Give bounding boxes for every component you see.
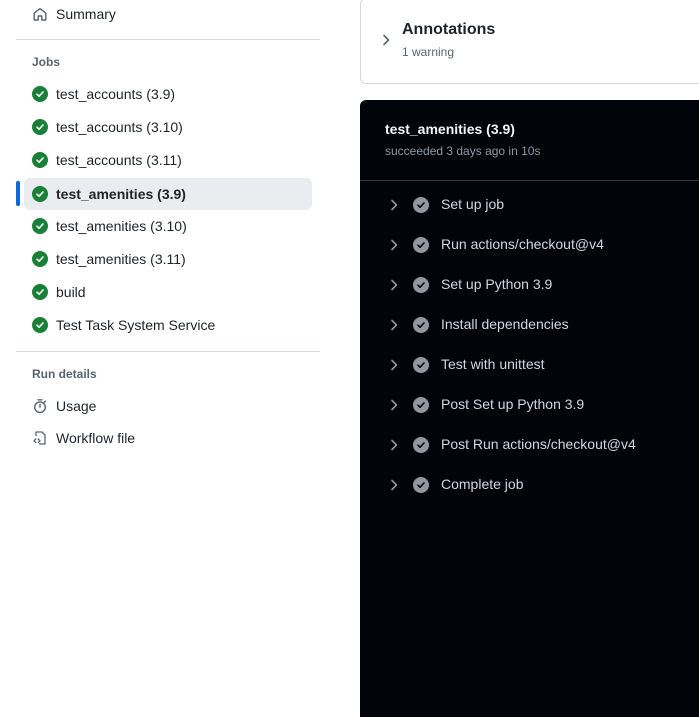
stopwatch-icon	[32, 398, 48, 414]
home-icon	[32, 6, 48, 22]
step-label: Install dependencies	[441, 316, 569, 332]
job-title: test_amenities (3.9)	[385, 121, 515, 137]
file-code-icon	[32, 430, 48, 446]
job-step[interactable]: Post Set up Python 3.9	[360, 385, 699, 425]
check-circle-icon	[32, 284, 48, 300]
step-label: Run actions/checkout@v4	[441, 236, 604, 252]
check-circle-icon	[32, 251, 48, 267]
check-circle-icon	[413, 397, 429, 413]
job-label: test_amenities (3.11)	[56, 251, 186, 267]
check-circle-icon	[413, 237, 429, 253]
job-item[interactable]: build	[24, 276, 312, 308]
chevron-right-icon	[389, 278, 399, 297]
job-item[interactable]: test_accounts (3.9)	[24, 78, 312, 110]
job-log-panel: test_amenities (3.9) succeeded 3 days ag…	[360, 100, 699, 717]
job-item[interactable]: test_accounts (3.11)	[24, 144, 312, 176]
job-label: test_amenities (3.10)	[56, 218, 187, 234]
job-label: test_amenities (3.9)	[56, 186, 186, 202]
sidebar-item-label: Workflow file	[56, 430, 136, 446]
check-circle-icon	[413, 437, 429, 453]
check-circle-icon	[32, 119, 48, 135]
sidebar-item-usage[interactable]: Usage	[24, 390, 312, 422]
job-label: test_accounts (3.10)	[56, 119, 183, 135]
job-step[interactable]: Set up job	[360, 185, 699, 225]
step-label: Post Set up Python 3.9	[441, 396, 585, 412]
sidebar-divider	[16, 39, 320, 40]
step-label: Post Run actions/checkout@v4	[441, 436, 636, 452]
step-label: Complete job	[441, 476, 524, 492]
check-circle-icon	[32, 86, 48, 102]
job-status-text: succeeded 3 days ago in 10s	[385, 144, 541, 158]
check-circle-icon	[413, 197, 429, 213]
job-item-selected[interactable]: test_amenities (3.9)	[24, 178, 312, 210]
job-label: test_accounts (3.11)	[56, 152, 182, 168]
check-circle-icon	[32, 317, 48, 333]
chevron-right-icon	[389, 398, 399, 417]
check-circle-icon	[413, 357, 429, 373]
job-item[interactable]: test_accounts (3.10)	[24, 111, 312, 143]
run-details-heading: Run details	[32, 367, 97, 381]
sidebar-item-workflow-file[interactable]: Workflow file	[24, 422, 312, 454]
sidebar: Summary Jobs test_accounts (3.9) test_ac…	[0, 0, 336, 717]
chevron-right-icon	[389, 478, 399, 497]
check-circle-icon	[32, 152, 48, 168]
job-step[interactable]: Install dependencies	[360, 305, 699, 345]
job-step[interactable]: Complete job	[360, 465, 699, 505]
job-step[interactable]: Set up Python 3.9	[360, 265, 699, 305]
step-label: Test with unittest	[441, 356, 545, 372]
job-step[interactable]: Run actions/checkout@v4	[360, 225, 699, 265]
check-circle-icon	[413, 317, 429, 333]
check-circle-icon	[413, 477, 429, 493]
sidebar-item-label: Summary	[56, 6, 116, 22]
check-circle-icon	[32, 218, 48, 234]
chevron-right-icon	[389, 318, 399, 337]
job-label: Test Task System Service	[56, 317, 216, 333]
log-divider	[360, 180, 699, 181]
job-step[interactable]: Post Run actions/checkout@v4	[360, 425, 699, 465]
job-item[interactable]: Test Task System Service	[24, 309, 312, 341]
job-label: test_accounts (3.9)	[56, 86, 176, 102]
annotations-title: Annotations	[402, 21, 496, 38]
job-item[interactable]: test_amenities (3.10)	[24, 210, 312, 242]
jobs-heading: Jobs	[32, 55, 61, 69]
job-label: build	[56, 284, 86, 300]
check-circle-icon	[413, 277, 429, 293]
check-circle-icon	[32, 186, 48, 202]
job-item[interactable]: test_amenities (3.11)	[24, 243, 312, 275]
chevron-right-icon	[381, 33, 391, 51]
chevron-right-icon	[389, 198, 399, 217]
sidebar-divider	[16, 351, 320, 352]
annotations-count: 1 warning	[402, 45, 455, 59]
annotations-card[interactable]: Annotations 1 warning	[360, 0, 699, 84]
job-step[interactable]: Test with unittest	[360, 345, 699, 385]
chevron-right-icon	[389, 438, 399, 457]
sidebar-item-label: Usage	[56, 398, 97, 414]
step-label: Set up Python 3.9	[441, 276, 553, 292]
selected-indicator	[16, 181, 20, 206]
chevron-right-icon	[389, 238, 399, 257]
step-label: Set up job	[441, 196, 505, 212]
chevron-right-icon	[389, 358, 399, 377]
sidebar-item-summary[interactable]: Summary	[24, 0, 312, 30]
